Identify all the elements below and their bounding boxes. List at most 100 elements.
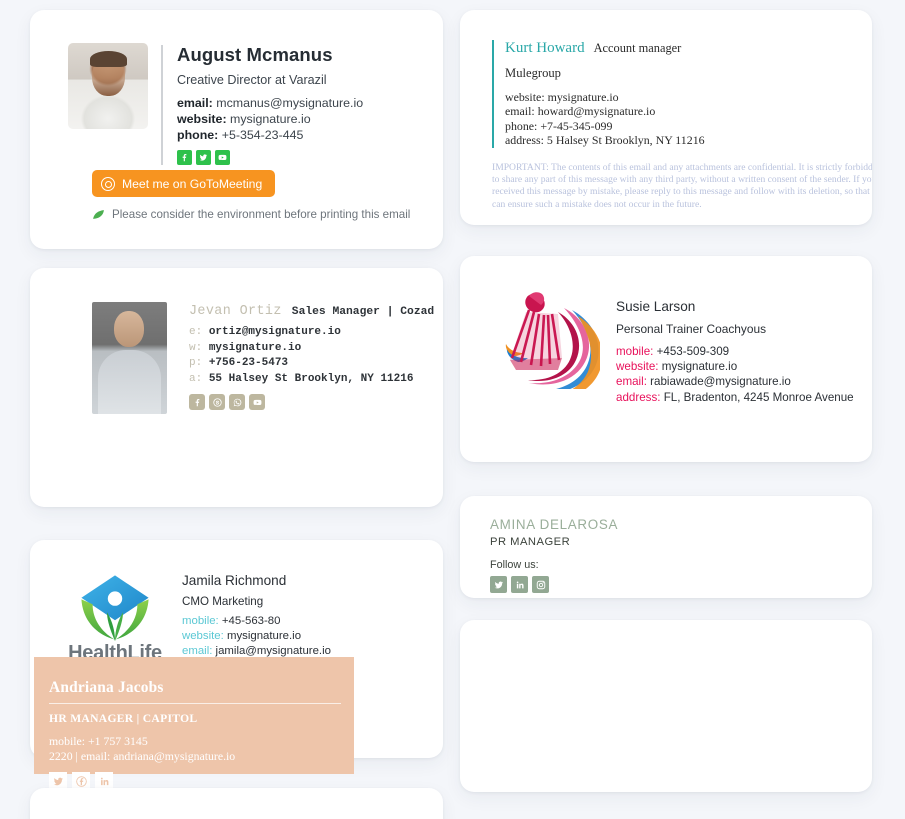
phone-value: +756-23-5473 — [208, 357, 289, 369]
email-label: email: — [616, 375, 647, 389]
vertical-divider — [161, 45, 163, 165]
avatar — [92, 302, 167, 414]
signature-card-andriana-jacobs — [460, 620, 872, 792]
email-value: rabiawade@mysignature.io — [646, 375, 791, 389]
facebook-icon[interactable] — [189, 394, 205, 410]
disclaimer-text: IMPORTANT: The contents of this email an… — [492, 161, 872, 210]
address-row: address: FL, Bradenton, 4245 Monroe Aven… — [616, 390, 854, 405]
social-links — [189, 394, 434, 410]
phone-label: p: — [189, 357, 203, 369]
address-value: 55 Halsey St Brooklyn, NY 11216 — [208, 372, 414, 385]
page-title: AMINA DELAROSA — [490, 517, 619, 532]
page-title: Kurt Howard — [505, 40, 585, 56]
linkedin-icon[interactable] — [511, 576, 528, 593]
badminton-shuttlecock-logo — [505, 292, 600, 389]
august-header: August Mcmanus Creative Director at Vara… — [68, 43, 363, 165]
gotomeeting-icon — [101, 176, 115, 191]
mobile-label: mobile: — [182, 615, 219, 627]
email-row: e: ortiz@mysignature.io — [189, 325, 434, 341]
job-title: Creative Director at Varazil — [177, 73, 327, 87]
facebook-icon[interactable] — [177, 150, 192, 165]
kurt-content: Kurt Howard Account manager Mulegroup we… — [492, 40, 872, 211]
email-label: email: — [177, 96, 213, 110]
job-title: PR MANAGER — [490, 536, 571, 548]
email-value: ortiz@mysignature.io — [208, 326, 341, 338]
phone-row: p: +756-23-5473 — [189, 356, 434, 372]
kurt-header: Kurt Howard Account manager — [505, 40, 872, 57]
page-title: Andriana Jacobs — [49, 679, 164, 696]
divider — [49, 703, 341, 704]
website-label: website: — [182, 629, 224, 642]
august-details: August Mcmanus Creative Director at Vara… — [177, 43, 363, 165]
page-title: Jevan Ortiz — [189, 304, 282, 319]
email-label: email: — [182, 644, 213, 657]
youtube-icon[interactable] — [215, 150, 230, 165]
gotomeeting-button[interactable]: Meet me on GoToMeeting — [92, 170, 276, 197]
website-row: website: mysignature.io — [177, 111, 363, 127]
email-row: email: mcmanus@mysignature.io — [177, 95, 363, 111]
follow-label: Follow us: — [490, 559, 539, 571]
eco-note: Please consider the environment before p… — [92, 208, 410, 221]
website-label: w: — [189, 341, 203, 354]
contact-lines: mobile: +453-509-309 website: mysignatur… — [616, 344, 854, 405]
address-row: a: 55 Halsey St Brooklyn, NY 11216 — [189, 372, 434, 388]
gotomeeting-label: Meet me on GoToMeeting — [122, 176, 263, 191]
healthlife-logo — [81, 575, 149, 641]
job-title: HR MANAGER | CAPITOL — [49, 712, 198, 725]
email-row: email: rabiawade@mysignature.io — [616, 374, 854, 389]
amina-left-column: AMINA DELAROSA PR MANAGER Follow us: — [490, 517, 618, 593]
mobile-value: +453-509-309 — [653, 345, 730, 358]
social-links — [177, 150, 363, 165]
jevan-header: Jevan Ortiz Sales Manager | Cozad e: ort… — [92, 302, 434, 414]
website-label: website: — [177, 112, 227, 126]
phone-label: phone: — [177, 128, 219, 142]
leaf-icon — [93, 210, 104, 219]
website-value: mysignature.io — [223, 629, 302, 642]
signature-card-amina-delarosa: AMINA DELAROSA PR MANAGER Follow us: A 5… — [460, 496, 872, 598]
andriana-panel: Andriana Jacobs HR MANAGER | CAPITOL mob… — [34, 657, 354, 790]
website-row: w: mysignature.io — [189, 341, 434, 357]
social-links — [490, 576, 618, 593]
job-title: Sales Manager | Cozad — [291, 306, 435, 318]
website-value: mysignature.io — [226, 112, 311, 126]
mobile-row: mobile: +45-563-80 — [182, 614, 331, 629]
signature-card-placeholder — [30, 788, 443, 819]
job-title: Personal Trainer Coachyous — [616, 322, 767, 336]
signature-gallery: August Mcmanus Creative Director at Vara… — [0, 0, 905, 819]
contact-lines: e: ortiz@mysignature.io w: mysignature.i… — [189, 325, 434, 387]
website-row: website: mysignature.io — [616, 359, 854, 374]
jevan-name-row: Jevan Ortiz Sales Manager | Cozad — [189, 304, 434, 319]
avatar — [68, 43, 148, 129]
job-title: Account manager — [593, 41, 682, 55]
email-value: jamila@mysignature.io — [212, 644, 331, 657]
susie-header: Susie Larson Personal Trainer Coachyous … — [488, 284, 854, 405]
skype-icon[interactable] — [209, 394, 225, 410]
mobile-label: mobile: — [616, 345, 654, 358]
instagram-icon[interactable] — [532, 576, 549, 593]
page-title: August Mcmanus — [177, 44, 333, 65]
company-name: Mulegroup — [505, 66, 561, 80]
website-row: website: mysignature.io — [182, 629, 331, 644]
page-title: Jamila Richmond — [182, 573, 287, 588]
twitter-icon[interactable] — [196, 150, 211, 165]
phone-value: +5-354-23-445 — [218, 128, 304, 142]
twitter-icon[interactable] — [490, 576, 507, 593]
signature-card-susie-larson: Susie Larson Personal Trainer Coachyous … — [460, 256, 872, 462]
address-value: FL, Bradenton, 4245 Monroe Avenue — [660, 390, 854, 404]
youtube-icon[interactable] — [249, 394, 265, 410]
job-title: CMO Marketing — [182, 595, 264, 608]
kurt-details: Kurt Howard Account manager Mulegroup we… — [492, 40, 872, 148]
phone-row: phone: +5-354-23-445 — [177, 127, 363, 143]
website-label: website: — [616, 360, 659, 374]
contact-lines: email: mcmanus@mysignature.io website: m… — [177, 95, 363, 143]
signature-card-kurt-howard: Kurt Howard Account manager Mulegroup we… — [460, 10, 872, 225]
website-value: mysignature.io — [208, 341, 302, 354]
whatsapp-icon[interactable] — [229, 394, 245, 410]
signature-card-jevan-ortiz: Jevan Ortiz Sales Manager | Cozad e: ort… — [30, 268, 443, 754]
email-value: mcmanus@mysignature.io — [212, 96, 364, 110]
address-label: a: — [189, 372, 203, 385]
contact-lines: website: mysignature.io email: howard@my… — [505, 90, 705, 148]
signature-card-august-mcmanus: August Mcmanus Creative Director at Vara… — [30, 10, 443, 249]
contact-lines: mobile: +1 757 3145 2220 | email: andria… — [49, 734, 236, 763]
mobile-value: +45-563-80 — [218, 615, 281, 627]
